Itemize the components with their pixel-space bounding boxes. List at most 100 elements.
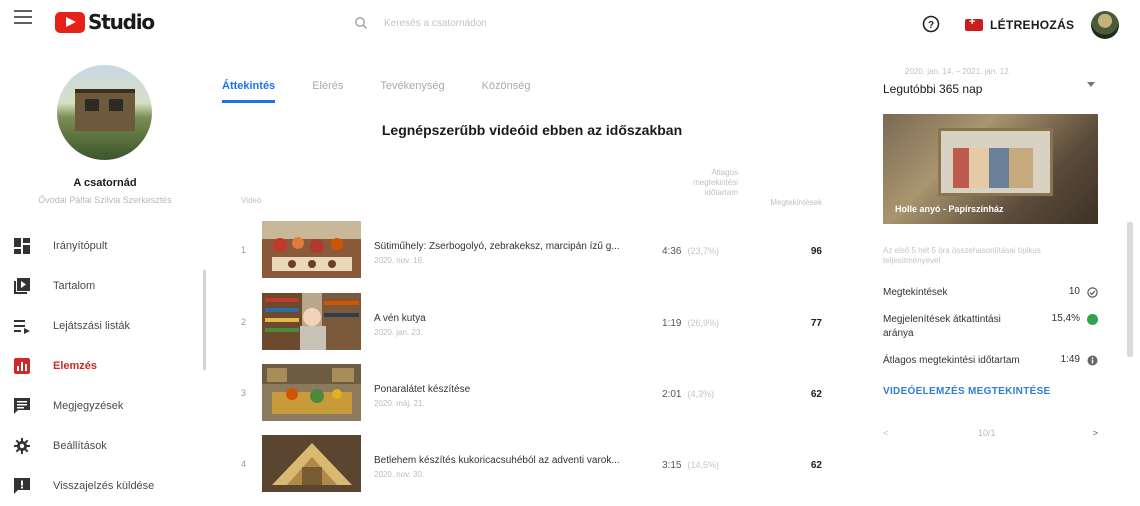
view-count: 77 — [810, 318, 822, 329]
channel-subtitle: Óvodai Pálfai Szilvia Szerkesztés — [38, 195, 172, 205]
search-placeholder[interactable]: Keresés a csatornádon — [384, 18, 487, 29]
help-icon[interactable]: ? — [922, 15, 940, 33]
date-range-detail: 2020. jan. 14. – 2021. jan. 12. — [905, 67, 1011, 76]
duration-value: 2:01 — [662, 389, 682, 400]
search-field[interactable]: Keresés a csatornádon — [354, 12, 754, 34]
analytics-tabs: Áttekintés Elérés Tevékenység Közönség — [222, 80, 568, 103]
view-count: 62 — [810, 389, 822, 400]
create-button[interactable]: LÉTREHOZÁS — [965, 16, 1075, 32]
sidebar-item-label: Irányítópult — [53, 240, 108, 252]
stat-name: Megtekintések — [883, 287, 948, 298]
duration-percent: (14,5%) — [687, 460, 719, 470]
avg-duration: 2:01 (4,3%) — [662, 389, 732, 400]
date-range-selector[interactable]: Legutóbbi 365 nap — [883, 82, 982, 96]
duration-value: 4:36 — [662, 246, 682, 257]
video-create-icon — [965, 16, 983, 31]
video-thumbnail[interactable] — [262, 221, 361, 278]
thumbnail-figures-shape — [953, 148, 1033, 188]
chevron-left-icon[interactable]: < — [883, 428, 888, 438]
sidebar-scrollbar[interactable] — [203, 270, 206, 370]
sidebar-item-label: Beállítások — [53, 440, 107, 452]
green-dot-icon — [1087, 314, 1098, 325]
table-row[interactable]: 2 A vén kutya 2020. jan. 23. 1:19 (26,9%)… — [222, 293, 842, 353]
sidebar-item-label: Elemzés — [53, 360, 98, 372]
video-title[interactable]: Ponaralátet készítése — [374, 384, 644, 395]
video-date: 2020. máj. 21. — [374, 399, 425, 408]
duration-value: 1:19 — [662, 318, 682, 329]
row-rank: 1 — [241, 245, 247, 255]
featured-video-thumbnail[interactable]: Holle anyó - Papírszínház — [883, 114, 1098, 224]
avg-duration: 3:15 (14,5%) — [662, 460, 732, 471]
video-date: 2020. jan. 23. — [374, 328, 423, 337]
video-date: 2020. nov. 30. — [374, 470, 425, 479]
video-title[interactable]: Sütiműhely: Zserbogolyó, zebrakeksz, mar… — [374, 241, 644, 252]
tab-audience[interactable]: Közönség — [482, 80, 531, 103]
pager-count: 10/1 — [978, 428, 996, 438]
channel-name: A csatornád — [73, 177, 137, 189]
view-video-analytics-link[interactable]: VIDEÓELEMZÉS MEGTEKINTÉSE — [883, 386, 1051, 397]
sidebar-item-content[interactable]: Tartalom — [0, 266, 200, 306]
featured-video-title: Holle anyó - Papírszínház — [895, 204, 1004, 214]
dashboard-icon — [13, 237, 31, 255]
video-title[interactable]: Betlehem készítés kukoricacsuhéból az ad… — [374, 455, 644, 466]
view-count: 96 — [810, 246, 822, 257]
avatar-window-shape — [109, 99, 123, 111]
account-avatar[interactable] — [1091, 11, 1119, 39]
tab-engagement[interactable]: Tevékenység — [380, 80, 444, 103]
sidebar-item-label: Megjegyzések — [53, 400, 124, 412]
row-rank: 2 — [241, 317, 247, 327]
brand-text: Studio — [88, 10, 155, 34]
sidebar-item-comments[interactable]: Megjegyzések — [0, 386, 200, 426]
stat-name: Átlagos megtekintési időtartam — [883, 355, 1020, 366]
sidebar-item-playlists[interactable]: Lejátszási listák — [0, 306, 200, 346]
stat-value: 10 — [1068, 286, 1080, 297]
playlist-icon — [13, 317, 31, 335]
table-row[interactable]: 4 Betlehem készítés kukoricacsuhéból az … — [222, 435, 842, 495]
video-thumbnail[interactable] — [262, 364, 361, 421]
settings-icon — [13, 437, 31, 455]
top-bar: Studio Keresés a csatornádon ? LÉTREHOZÁ… — [0, 0, 1140, 48]
studio-logo[interactable]: Studio — [55, 10, 155, 34]
video-thumbnail[interactable] — [262, 435, 361, 492]
youtube-play-icon — [55, 11, 85, 33]
sidebar-item-settings[interactable]: Beállítások — [0, 426, 200, 466]
chevron-right-icon[interactable]: > — [1093, 428, 1098, 438]
sidebar-item-label: Visszajelzés küldése — [53, 480, 155, 492]
row-rank: 4 — [241, 459, 247, 469]
video-date: 2020. nov. 19. — [374, 256, 425, 265]
page-scrollbar[interactable] — [1127, 222, 1133, 357]
channel-avatar[interactable] — [57, 65, 152, 160]
sidebar-item-analytics[interactable]: Elemzés — [0, 346, 200, 386]
video-thumbnail[interactable] — [262, 293, 361, 350]
section-title: Legnépszerűbb videóid ebben az időszakba… — [381, 122, 683, 138]
table-row[interactable]: 3 Ponaralátet készítése 2020. máj. 21. 2… — [222, 364, 842, 424]
stat-name: Megjelenítések átkattintási aránya — [883, 314, 1001, 339]
video-title[interactable]: A vén kutya — [374, 313, 644, 324]
sidebar-item-feedback[interactable]: Visszajelzés küldése — [0, 466, 200, 506]
avg-duration: 1:19 (26,9%) — [662, 318, 732, 329]
create-label: LÉTREHOZÁS — [990, 18, 1075, 32]
sidebar: A csatornád Óvodai Pálfai Szilvia Szerke… — [0, 48, 210, 497]
view-count: 62 — [810, 460, 822, 471]
content-icon — [13, 277, 31, 295]
stat-value: 1:49 — [1060, 354, 1080, 365]
stat-note: Az első 5 hét 5 óra összehasonlításai tí… — [883, 246, 1041, 265]
svg-text:?: ? — [928, 20, 934, 31]
duration-percent: (26,9%) — [687, 318, 719, 328]
tab-reach[interactable]: Elérés — [312, 80, 343, 103]
sidebar-nav: Irányítópult Tartalom Lejátszási listák … — [0, 226, 200, 506]
sidebar-item-dashboard[interactable]: Irányítópult — [0, 226, 200, 266]
table-row[interactable]: 1 Sütiműhely: Zserbogolyó, zebrakeksz, m… — [222, 221, 842, 281]
avatar-house-shape — [75, 89, 135, 131]
hamburger-menu-icon[interactable] — [14, 10, 32, 26]
main-content: Áttekintés Elérés Tevékenység Közönség L… — [222, 48, 842, 497]
latest-video-panel: 2020. jan. 14. – 2021. jan. 12. Legutóbb… — [865, 48, 1115, 497]
chevron-down-icon[interactable] — [1087, 82, 1095, 87]
column-header-duration: Átlagos megtekintési időtartam — [693, 168, 738, 197]
feedback-icon — [13, 477, 31, 495]
tab-overview[interactable]: Áttekintés — [222, 80, 276, 103]
avatar-window-shape — [85, 99, 99, 111]
check-circle-icon — [1087, 287, 1098, 298]
comments-icon — [13, 397, 31, 415]
row-rank: 3 — [241, 388, 247, 398]
